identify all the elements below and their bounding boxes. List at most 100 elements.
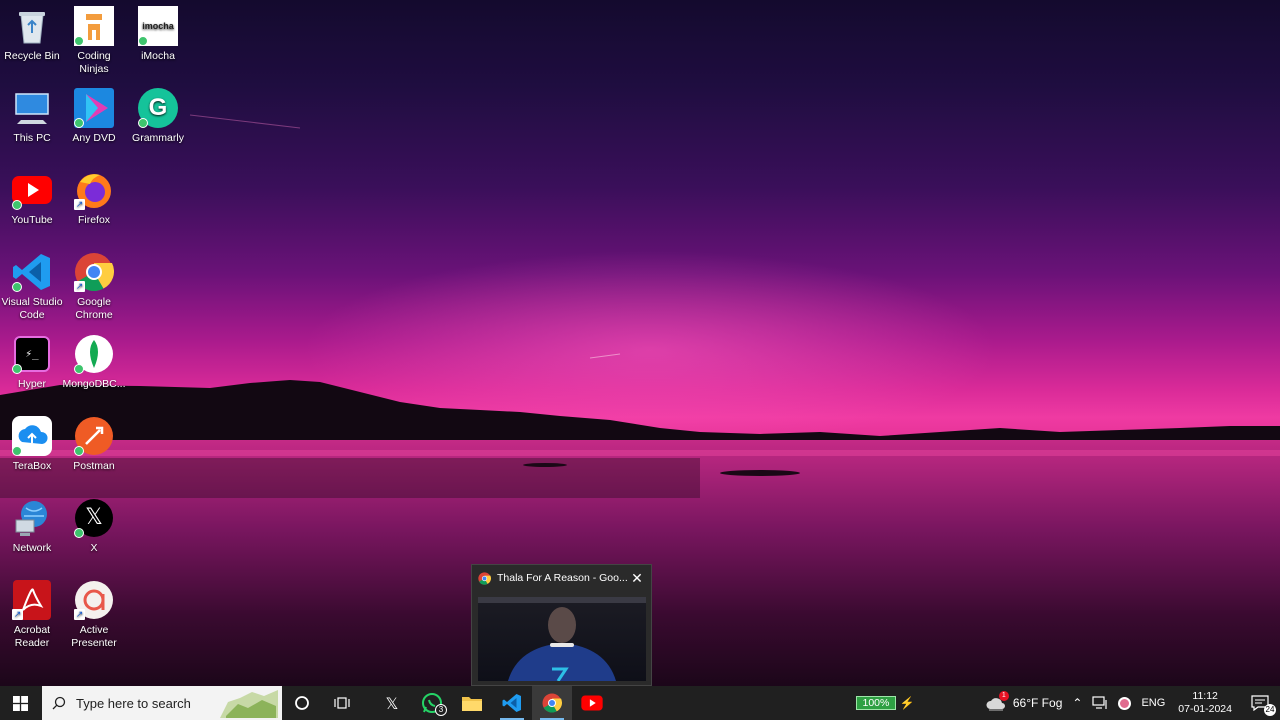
search-highlight-illustration (220, 690, 278, 718)
desktop-icon-recycle-bin[interactable]: Recycle Bin (0, 2, 64, 63)
notification-count: 24 (1264, 704, 1276, 716)
network-tray-button[interactable] (1087, 686, 1113, 720)
youtube-taskbar-icon (581, 695, 603, 711)
clock[interactable]: 11:12 07-01-2024 (1170, 690, 1240, 716)
desktop-icon-postman[interactable]: Postman (62, 412, 126, 473)
desktop-icon-label: This PC (13, 132, 51, 144)
desktop-icon-label: Firefox (77, 214, 111, 226)
desktop-icon-label: Google Chrome (75, 296, 113, 321)
start-button[interactable] (0, 686, 40, 720)
task-view-icon (334, 697, 350, 709)
x-taskbar-icon: 𝕏 (385, 693, 399, 713)
desktop-icon-x[interactable]: 𝕏 X (62, 494, 126, 555)
cortana-circle-icon (295, 696, 309, 710)
sync-check-icon (12, 446, 22, 456)
network-icon (12, 498, 52, 538)
desktop-icon-grammarly[interactable]: G Grammarly (126, 84, 190, 145)
chrome-icon: ↗ (74, 252, 114, 292)
acrobat-reader-icon: ↗ (12, 580, 52, 620)
desktop-icon-firefox[interactable]: ↗ Firefox (62, 166, 126, 227)
desktop-icon-hyper[interactable]: ⚡_ Hyper (0, 330, 64, 391)
desktop-icon-active-presenter[interactable]: ↗ Active Presenter (62, 576, 126, 650)
chrome-icon (478, 571, 491, 585)
desktop-icon-label: Active Presenter (71, 624, 117, 649)
hyper-icon: ⚡_ (12, 334, 52, 374)
desktop-icon-label: Grammarly (132, 132, 184, 144)
close-icon[interactable]: ✕ (629, 570, 645, 586)
x-icon: 𝕏 (74, 498, 114, 538)
chrome-taskbar-icon (542, 693, 562, 713)
this-pc-icon (12, 88, 52, 128)
desktop-icon-youtube[interactable]: YouTube (0, 166, 64, 227)
show-hidden-icons-button[interactable]: ⌃ (1067, 686, 1087, 720)
chrome-taskbar-button[interactable] (532, 686, 572, 720)
desktop-icon-coding-ninjas[interactable]: Coding Ninjas (62, 2, 126, 76)
file-explorer-taskbar-button[interactable] (452, 686, 492, 720)
taskbar: Type here to search 𝕏 3 100% ⚡ 1 66°F Fo… (0, 686, 1280, 720)
desktop-icon-vscode[interactable]: Visual Studio Code (0, 248, 64, 322)
chevron-up-icon: ⌃ (1072, 696, 1083, 710)
search-placeholder: Type here to search (76, 695, 191, 711)
desktop-icon-label: Network (12, 542, 52, 554)
desktop-icon-label: Acrobat Reader (13, 624, 51, 649)
language-indicator[interactable]: ENG (1136, 686, 1170, 720)
sync-check-icon (74, 364, 84, 374)
battery-level: 100% (855, 696, 896, 710)
recycle-bin-icon (12, 6, 52, 46)
desktop-icon-label: MongoDBC... (62, 378, 126, 390)
coding-ninjas-icon (74, 6, 114, 46)
desktop-icon-imocha[interactable]: imocha iMocha (126, 2, 190, 63)
desktop-icon-label: Hyper (17, 378, 46, 390)
desktop-icon-network[interactable]: Network (0, 494, 64, 555)
preview-title: Thala For A Reason - Goo... (497, 572, 628, 584)
desktop-icon-label: Any DVD (72, 132, 116, 144)
sync-check-icon (12, 282, 22, 292)
cloud-weather-icon: 1 (985, 691, 1009, 711)
network-ethernet-icon (1092, 696, 1108, 709)
app-tray-button[interactable] (1113, 686, 1136, 720)
sync-check-icon (138, 36, 148, 46)
mongodb-compass-icon (74, 334, 114, 374)
whatsapp-taskbar-button[interactable]: 3 (412, 686, 452, 720)
preview-title-bar: Thala For A Reason - Goo... ✕ (472, 565, 651, 591)
sync-check-icon (138, 118, 148, 128)
sync-check-icon (74, 118, 84, 128)
search-icon (52, 696, 66, 710)
task-view-button[interactable] (322, 686, 362, 720)
terabox-icon (12, 416, 52, 456)
desktop-icon-label: Coding Ninjas (77, 50, 111, 75)
desktop-icon-label: X (90, 542, 98, 554)
desktop-icon-label: iMocha (141, 50, 175, 62)
desktop-icon-chrome[interactable]: ↗ Google Chrome (62, 248, 126, 322)
desktop-icon-this-pc[interactable]: This PC (0, 84, 64, 145)
desktop-icon-label: Postman (73, 460, 115, 472)
any-dvd-icon (74, 88, 114, 128)
desktop-icon-acrobat-reader[interactable]: ↗ Acrobat Reader (0, 576, 64, 650)
desktop-icon-label: TeraBox (12, 460, 52, 472)
taskbar-search-box[interactable]: Type here to search (42, 686, 282, 720)
weather-text: 66°F Fog (1012, 696, 1063, 710)
desktop-icon-mongodb-compass[interactable]: MongoDBC... (62, 330, 126, 391)
desktop-icon-label: YouTube (11, 214, 53, 226)
battery-indicator[interactable]: 100% ⚡ (851, 686, 920, 720)
firefox-icon: ↗ (74, 170, 114, 210)
sync-check-icon (12, 200, 22, 210)
shortcut-arrow-icon: ↗ (74, 281, 85, 292)
file-explorer-taskbar-icon (462, 697, 482, 711)
action-center-button[interactable]: 24 (1240, 686, 1280, 720)
vscode-taskbar-icon (502, 694, 521, 712)
weather-widget[interactable]: 1 66°F Fog (980, 686, 1068, 720)
youtube-taskbar-button[interactable] (572, 686, 612, 720)
whatsapp-badge: 3 (435, 704, 447, 716)
vscode-taskbar-button[interactable] (492, 686, 532, 720)
x-taskbar-button[interactable]: 𝕏 (372, 686, 412, 720)
clock-time: 11:12 (1192, 690, 1218, 702)
desktop-icon-label: Recycle Bin (4, 50, 60, 62)
desktop-icon-any-dvd[interactable]: Any DVD (62, 84, 126, 145)
cortana-button[interactable] (282, 686, 322, 720)
grammarly-icon: G (138, 88, 178, 128)
chrome-window-preview[interactable]: Thala For A Reason - Goo... ✕ (471, 564, 652, 686)
clock-date: 07-01-2024 (1178, 703, 1232, 715)
desktop-icon-terabox[interactable]: TeraBox (0, 412, 64, 473)
shortcut-arrow-icon: ↗ (12, 609, 23, 620)
